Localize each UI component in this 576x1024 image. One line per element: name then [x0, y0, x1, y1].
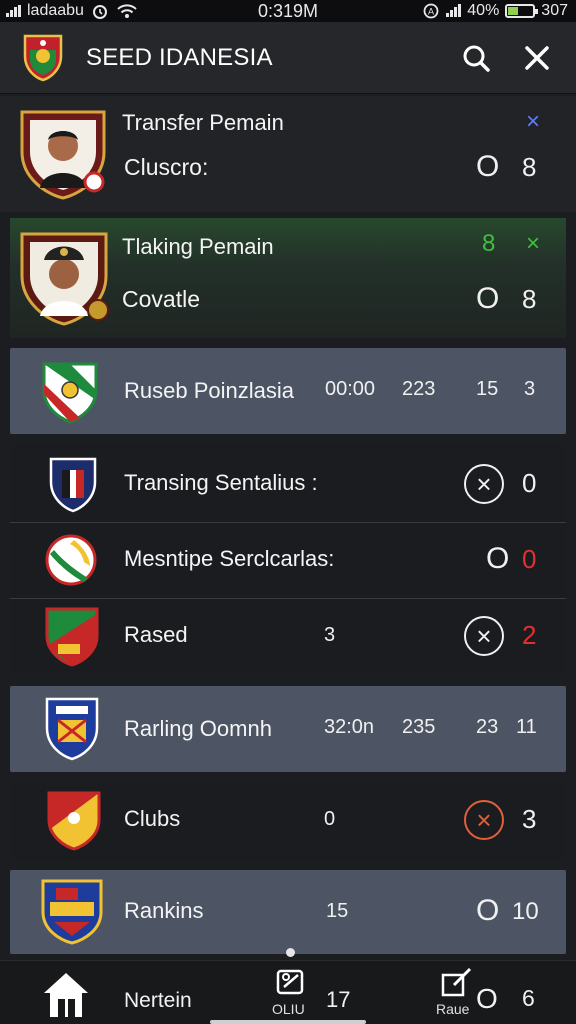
nav-tab-3-value: 6 — [522, 985, 535, 1011]
status-right: A 40% 307 — [422, 2, 568, 20]
row-col-4: 11 — [516, 716, 537, 738]
nav-tab-3-label: Raue — [436, 1001, 470, 1017]
list-item-ruseb-poinzlasia[interactable]: Ruseb Poinzlasia 00:00 223 15 3 — [10, 348, 566, 434]
row-col-2: 235 — [402, 716, 436, 738]
row-value-b: 8 — [522, 284, 537, 314]
row-subtitle: Cluscro: — [124, 154, 209, 180]
nav-home-button[interactable] — [40, 969, 92, 1019]
row-value: 3 — [522, 804, 537, 834]
remove-button[interactable]: × — [464, 464, 504, 504]
row-value-b: 8 — [522, 152, 537, 182]
club-crest-icon — [41, 879, 103, 945]
list-item-rarling-oomnh[interactable]: Rarling Oomnh 32:0n 235 23 11 — [10, 686, 566, 772]
edit-icon — [441, 967, 472, 997]
row-value: 0 — [522, 468, 537, 498]
row-subtitle: Covatle — [122, 286, 200, 312]
home-indicator[interactable] — [210, 1020, 366, 1024]
club-crest-icon — [45, 534, 97, 586]
player-avatar-icon — [20, 110, 106, 200]
battery-icon — [505, 4, 539, 18]
row-label: Ruseb Poinzlasia — [124, 378, 294, 403]
svg-text:A: A — [428, 7, 434, 17]
status-extra: 307 — [541, 2, 568, 19]
row-value-a: O — [486, 542, 510, 575]
search-button[interactable] — [456, 38, 496, 78]
row-label: Rarling Oomnh — [124, 716, 272, 741]
close-circle-icon: × — [476, 620, 492, 651]
battery-fill — [508, 7, 519, 15]
nfc-icon: A — [423, 3, 439, 19]
remove-button[interactable]: × — [464, 616, 504, 656]
app-logo-icon — [23, 34, 63, 82]
nav-tab-2-label: OLIU — [272, 1001, 305, 1017]
close-circle-icon: × — [476, 804, 492, 835]
row-top-value: 8 — [482, 230, 496, 257]
alarm-icon — [92, 5, 107, 19]
row-title: Tlaking Pemain — [122, 234, 274, 259]
wifi-icon — [117, 4, 137, 18]
row-value: 2 — [522, 620, 537, 650]
bottom-nav: Nertein OLIU 17 Raue O 6 — [0, 960, 576, 1024]
list-item-rased[interactable]: Rased 3 × 2 — [10, 598, 566, 674]
share-icon — [276, 969, 304, 995]
list-item-rankins[interactable]: Rankins 15 O 10 — [10, 870, 566, 954]
nav-tab-3-a: O — [476, 983, 498, 1014]
row-col-3: 15 — [476, 378, 499, 400]
list-item-mesntipe-serclcarlas[interactable]: Mesntipe Serclcarlas: O 0 — [10, 522, 566, 598]
row-value-a: O — [476, 894, 500, 927]
row-col-3: 23 — [476, 716, 499, 738]
list-item-transfer-pemain[interactable]: Transfer Pemain Cluscro: × O 8 — [0, 96, 576, 212]
row-value: 10 — [512, 898, 539, 925]
app-header: SEED IDANESIA — [0, 22, 576, 94]
row-value: 0 — [522, 544, 537, 574]
remove-button[interactable]: × — [464, 800, 504, 840]
close-icon — [525, 46, 549, 70]
carrier-name: ladaabu — [27, 2, 84, 19]
app-title: SEED IDANESIA — [86, 44, 273, 71]
search-icon — [463, 45, 490, 72]
club-crest-icon — [45, 607, 99, 667]
club-crest-icon — [49, 457, 97, 513]
row-col-1: 0 — [324, 808, 336, 830]
row-label: Rankins — [124, 898, 204, 923]
row-value-a: O — [476, 282, 500, 315]
list-item-transing-sentalius[interactable]: Transing Sentalius : × 0 — [10, 444, 566, 522]
status-bar: ladaabu 0:319M A 40% 307 — [0, 0, 576, 22]
club-crest-icon — [47, 791, 101, 851]
player-avatar-icon — [20, 232, 109, 326]
battery-percent: 40% — [467, 2, 500, 19]
nav-tab-3[interactable]: Raue — [434, 967, 476, 1021]
club-crest-icon — [42, 362, 98, 424]
row-value-a: O — [476, 150, 500, 183]
row-col-1: 3 — [324, 624, 336, 646]
row-col-1: 00:00 — [325, 378, 376, 400]
nav-tab-2[interactable]: OLIU — [272, 967, 312, 1021]
row-mark[interactable]: × — [526, 108, 540, 136]
row-title: Transfer Pemain — [122, 110, 284, 135]
cell-signal-icon — [446, 4, 462, 17]
close-button[interactable] — [517, 38, 557, 78]
row-label: Transing Sentalius : — [124, 470, 318, 495]
row-label: Mesntipe Serclcarlas: — [124, 546, 335, 571]
status-left: ladaabu — [6, 2, 138, 20]
close-circle-icon: × — [476, 468, 492, 499]
row-label: Clubs — [124, 806, 181, 831]
club-crest-icon — [45, 697, 99, 761]
nav-tab-2-value: 17 — [326, 987, 351, 1012]
row-label: Rased — [124, 622, 188, 647]
list-item-tlaking-pemain[interactable]: Tlaking Pemain Covatle 8 × O 8 — [10, 218, 566, 338]
row-col-2: 223 — [402, 378, 436, 400]
nav-home-label[interactable]: Nertein — [124, 989, 192, 1013]
row-col-4: 3 — [524, 378, 536, 400]
list-item-clubs[interactable]: Clubs 0 × 3 — [10, 782, 566, 860]
row-mark[interactable]: × — [526, 230, 540, 258]
row-col-1: 15 — [326, 900, 349, 922]
row-col-1: 32:0n — [324, 716, 375, 738]
home-icon — [44, 973, 88, 1017]
signal-icon — [6, 5, 21, 17]
nav-indicator-dot — [286, 948, 295, 957]
